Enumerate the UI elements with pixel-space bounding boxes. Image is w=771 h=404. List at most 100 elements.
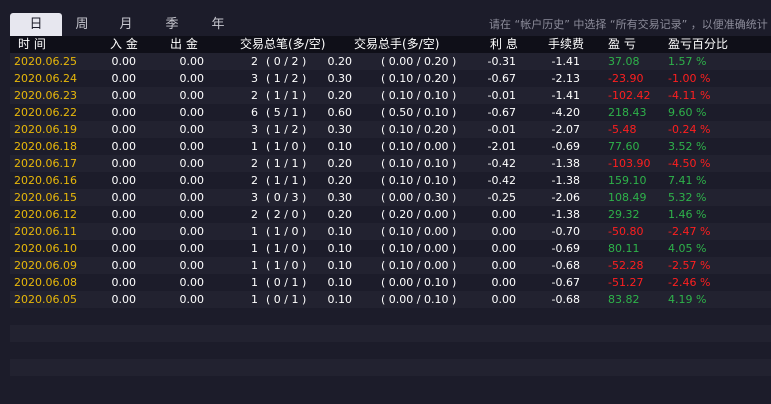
cell-trades: 2 [251, 89, 258, 102]
col-trades-header: 交易总笔(多/空) [240, 37, 326, 51]
cell-deposit: 0.00 [111, 174, 137, 187]
history-table-body: 2020.06.25 0.00 0.00 2 ( 0 / 2 ) 0.20 ( 0.00 /… [10, 53, 771, 393]
cell-interest: -0.01 [487, 123, 516, 136]
cell-pnl: 37.08 [608, 55, 640, 68]
cell-interest: 0.00 [491, 293, 517, 306]
cell-pnl-pct: 7.41 % [668, 174, 707, 187]
cell-trades: 6 [251, 106, 258, 119]
col-deposit-header: 入 金 [110, 37, 138, 51]
empty-row [10, 359, 771, 376]
empty-row [10, 376, 771, 393]
table-row[interactable]: 2020.06.11 0.00 0.00 1 ( 1 / 0 ) 0.10 ( 0.10 /… [10, 223, 771, 240]
cell-pnl-pct: 4.19 % [668, 293, 707, 306]
cell-pnl: -52.28 [608, 259, 644, 272]
cell-pnl-pct: 4.05 % [668, 242, 707, 255]
cell-interest: -0.42 [487, 174, 516, 187]
col-pnl-header: 盈 亏 [608, 37, 636, 51]
cell-interest: 0.00 [491, 225, 517, 238]
cell-interest: -0.31 [487, 55, 516, 68]
cell-withdraw: 0.00 [179, 174, 205, 187]
cell-deposit: 0.00 [111, 89, 137, 102]
cell-withdraw: 0.00 [179, 225, 205, 238]
cell-pnl-pct: 1.57 % [668, 55, 707, 68]
cell-lots-ls: ( 0.00 / 0.30 ) [381, 191, 457, 204]
cell-date: 2020.06.16 [14, 174, 77, 187]
cell-fee: -2.06 [551, 191, 580, 204]
cell-pnl: 159.10 [608, 174, 647, 187]
cell-interest: -0.67 [487, 72, 516, 85]
cell-deposit: 0.00 [111, 225, 137, 238]
cell-lots-ls: ( 0.10 / 0.00 ) [381, 140, 457, 153]
cell-fee: -1.41 [551, 55, 580, 68]
cell-trades-ls: ( 1 / 1 ) [266, 174, 307, 187]
cell-date: 2020.06.23 [14, 89, 77, 102]
cell-fee: -2.07 [551, 123, 580, 136]
tab-month[interactable]: 月 [106, 13, 146, 36]
cell-pnl: 29.32 [608, 208, 640, 221]
cell-lots: 0.20 [327, 174, 353, 187]
cell-trades: 2 [251, 55, 258, 68]
cell-trades-ls: ( 1 / 2 ) [266, 72, 307, 85]
table-row[interactable]: 2020.06.22 0.00 0.00 6 ( 5 / 1 ) 0.60 ( 0.50 /… [10, 104, 771, 121]
cell-date: 2020.06.19 [14, 123, 77, 136]
cell-lots-ls: ( 0.10 / 0.00 ) [381, 242, 457, 255]
cell-interest: -0.67 [487, 106, 516, 119]
cell-pnl-pct: -0.24 % [668, 123, 711, 136]
cell-pnl-pct: 3.52 % [668, 140, 707, 153]
cell-fee: -1.38 [551, 174, 580, 187]
cell-pnl-pct: -2.57 % [668, 259, 711, 272]
table-row[interactable]: 2020.06.25 0.00 0.00 2 ( 0 / 2 ) 0.20 ( 0.00 /… [10, 53, 771, 70]
cell-lots-ls: ( 0.10 / 0.20 ) [381, 123, 457, 136]
cell-date: 2020.06.17 [14, 157, 77, 170]
table-row[interactable]: 2020.06.17 0.00 0.00 2 ( 1 / 1 ) 0.20 ( 0.10 /… [10, 155, 771, 172]
cell-deposit: 0.00 [111, 191, 137, 204]
cell-interest: -0.42 [487, 157, 516, 170]
table-row[interactable]: 2020.06.12 0.00 0.00 2 ( 2 / 0 ) 0.20 ( 0.20 /… [10, 206, 771, 223]
tab-day[interactable]: 日 [10, 13, 62, 36]
table-row[interactable]: 2020.06.24 0.00 0.00 3 ( 1 / 2 ) 0.30 ( 0.10 /… [10, 70, 771, 87]
cell-lots: 0.10 [327, 276, 353, 289]
table-row[interactable]: 2020.06.08 0.00 0.00 1 ( 0 / 1 ) 0.10 ( 0.00 /… [10, 274, 771, 291]
cell-pnl: 77.60 [608, 140, 640, 153]
tab-week[interactable]: 周 [62, 13, 102, 36]
table-row[interactable]: 2020.06.05 0.00 0.00 1 ( 0 / 1 ) 0.10 ( 0.00 /… [10, 291, 771, 308]
table-row[interactable]: 2020.06.09 0.00 0.00 1 ( 1 / 0 ) 0.10 ( 0.10 /… [10, 257, 771, 274]
cell-lots: 0.10 [327, 242, 353, 255]
table-row[interactable]: 2020.06.16 0.00 0.00 2 ( 1 / 1 ) 0.20 ( 0.10 /… [10, 172, 771, 189]
cell-trades-ls: ( 0 / 2 ) [266, 55, 307, 68]
cell-withdraw: 0.00 [179, 276, 205, 289]
col-pnl-pct-header: 盈亏百分比 [668, 37, 729, 51]
table-row[interactable]: 2020.06.18 0.00 0.00 1 ( 1 / 0 ) 0.10 ( 0.10 /… [10, 138, 771, 155]
cell-date: 2020.06.24 [14, 72, 77, 85]
col-withdraw-header: 出 金 [170, 37, 198, 51]
tab-quarter[interactable]: 季 [152, 13, 192, 36]
table-row[interactable]: 2020.06.23 0.00 0.00 2 ( 1 / 1 ) 0.20 ( 0.10 /… [10, 87, 771, 104]
cell-date: 2020.06.09 [14, 259, 77, 272]
cell-date: 2020.06.12 [14, 208, 77, 221]
table-row[interactable]: 2020.06.19 0.00 0.00 3 ( 1 / 2 ) 0.30 ( 0.10 /… [10, 121, 771, 138]
cell-fee: -4.20 [551, 106, 580, 119]
cell-trades-ls: ( 0 / 1 ) [266, 276, 307, 289]
cell-deposit: 0.00 [111, 55, 137, 68]
cell-fee: -1.41 [551, 89, 580, 102]
cell-withdraw: 0.00 [179, 72, 205, 85]
col-interest-header: 利 息 [490, 37, 518, 51]
cell-lots-ls: ( 0.10 / 0.00 ) [381, 259, 457, 272]
cell-pnl-pct: -2.46 % [668, 276, 711, 289]
table-row[interactable]: 2020.06.10 0.00 0.00 1 ( 1 / 0 ) 0.10 ( 0.10 /… [10, 240, 771, 257]
cell-pnl: -50.80 [608, 225, 644, 238]
col-fee-header: 手续费 [548, 37, 585, 51]
cell-date: 2020.06.08 [14, 276, 77, 289]
cell-withdraw: 0.00 [179, 157, 205, 170]
cell-deposit: 0.00 [111, 157, 137, 170]
cell-lots-ls: ( 0.00 / 0.20 ) [381, 55, 457, 68]
cell-trades: 1 [251, 225, 258, 238]
cell-trades: 1 [251, 242, 258, 255]
cell-pnl: -51.27 [608, 276, 644, 289]
cell-deposit: 0.00 [111, 293, 137, 306]
tab-year[interactable]: 年 [198, 13, 238, 36]
cell-trades: 3 [251, 123, 258, 136]
cell-interest: 0.00 [491, 259, 517, 272]
cell-lots: 0.60 [327, 106, 353, 119]
table-row[interactable]: 2020.06.15 0.00 0.00 3 ( 0 / 3 ) 0.30 ( 0.00 /… [10, 189, 771, 206]
